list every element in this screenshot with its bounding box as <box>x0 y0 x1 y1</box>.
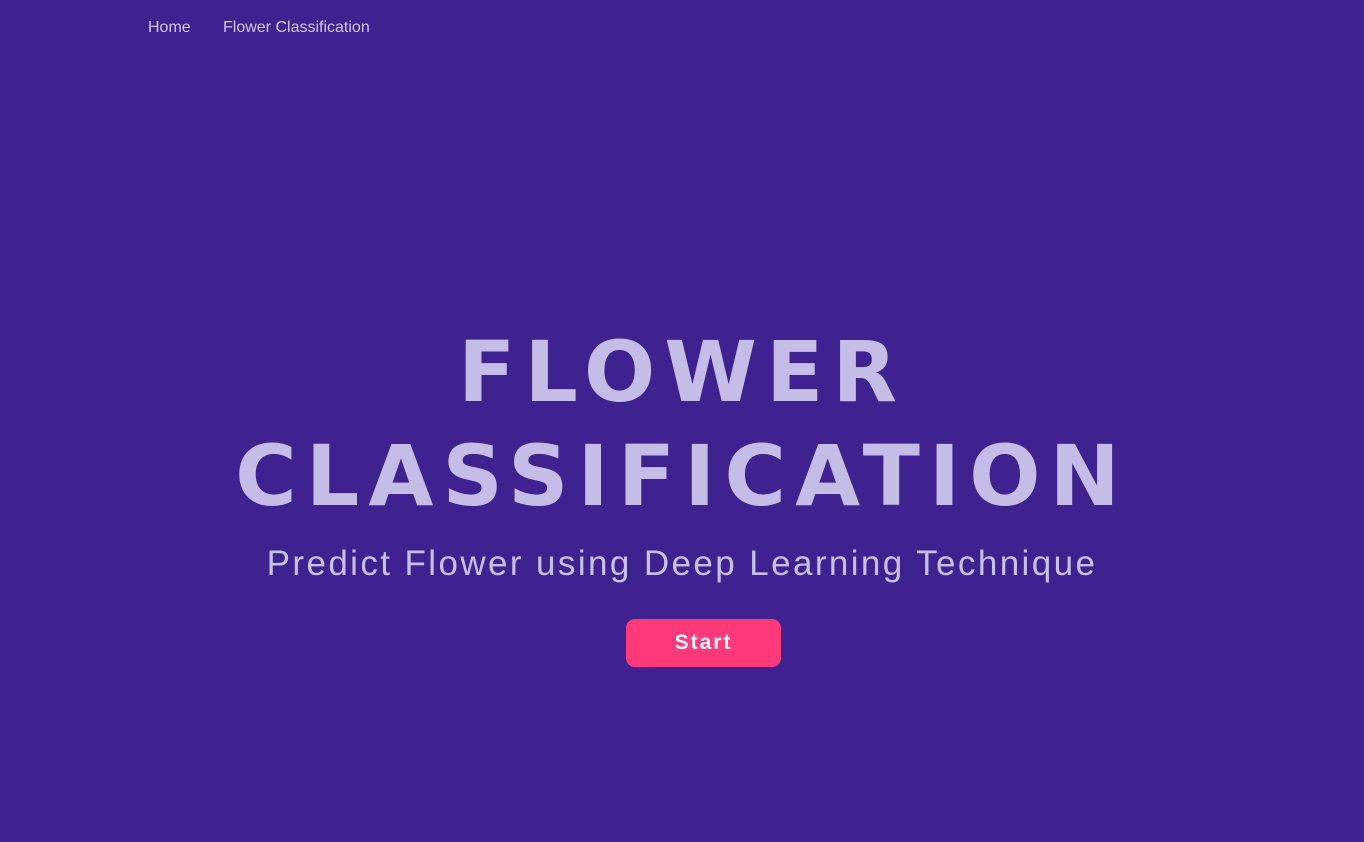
top-nav: Home Flower Classification <box>0 0 1364 58</box>
nav-link-home[interactable]: Home <box>148 18 191 38</box>
hero-title: FLOWER CLASSIFICATION <box>0 320 1364 528</box>
hero-title-line-2: CLASSIFICATION <box>235 427 1129 525</box>
nav-link-flower-classification[interactable]: Flower Classification <box>223 18 370 38</box>
hero-title-line-1: FLOWER <box>457 323 907 421</box>
start-button[interactable]: Start <box>626 619 781 667</box>
hero-subtitle: Predict Flower using Deep Learning Techn… <box>266 544 1098 583</box>
hero-section: FLOWER CLASSIFICATION Predict Flower usi… <box>0 320 1364 584</box>
